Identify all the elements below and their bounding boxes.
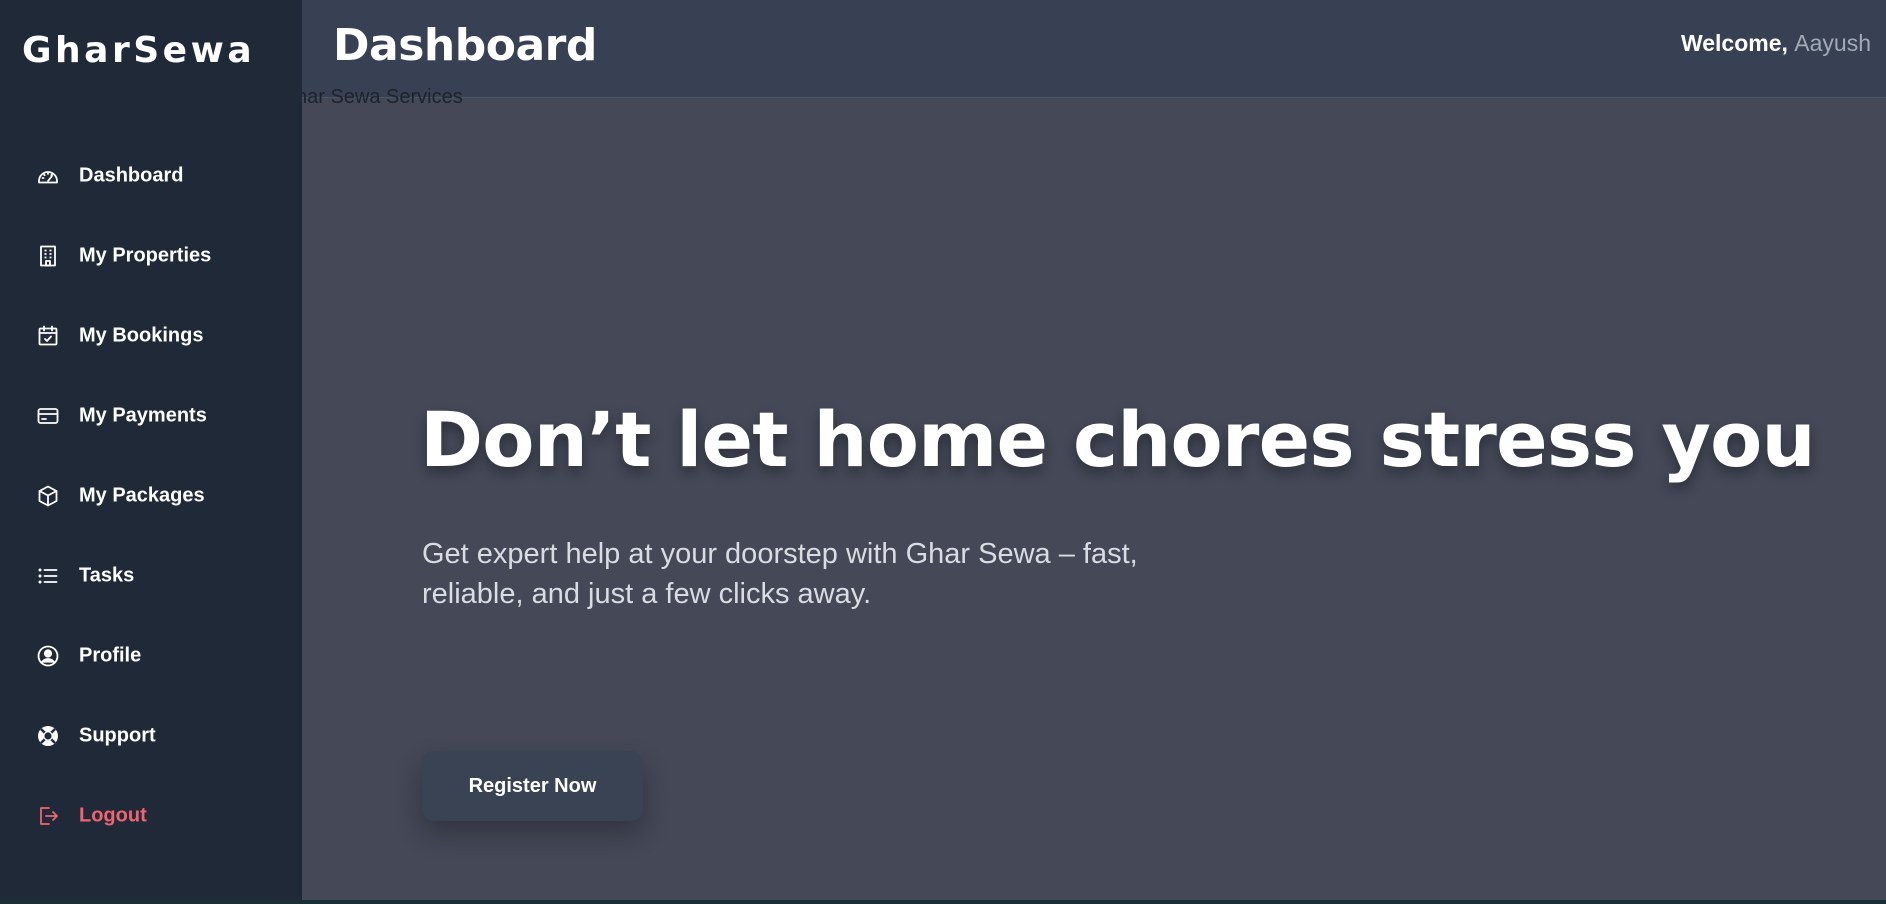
lifebuoy-icon [36, 724, 60, 748]
bottom-edge [0, 900, 1886, 904]
page-title: Dashboard [333, 20, 597, 71]
sidebar-item-tasks[interactable]: Tasks [0, 536, 302, 616]
welcome-prefix: Welcome, [1680, 30, 1788, 56]
user-circle-icon [36, 644, 60, 668]
sidebar-item-label: Support [79, 724, 156, 747]
sidebar-item-label: Dashboard [79, 164, 184, 187]
sidebar-item-support[interactable]: Support [0, 696, 302, 776]
sidebar-item-logout[interactable]: Logout [0, 776, 302, 856]
sidebar-item-label: My Properties [79, 244, 212, 267]
calendar-check-icon [36, 324, 60, 348]
sidebar-item-label: My Packages [79, 484, 205, 507]
sidebar: GharSewa Dashboard My Properties My Book… [0, 0, 302, 900]
sidebar-nav: Dashboard My Properties My Bookings My P… [0, 136, 302, 856]
background-caption: har Sewa Services [302, 86, 472, 106]
credit-card-icon [36, 404, 60, 428]
box-icon [36, 484, 60, 508]
sidebar-item-profile[interactable]: Profile [0, 616, 302, 696]
sidebar-item-label: My Payments [79, 404, 207, 427]
building-icon [36, 244, 60, 268]
background-caption-text: har Sewa Services [302, 86, 463, 106]
sidebar-item-label: Logout [79, 804, 147, 827]
sidebar-item-my-packages[interactable]: My Packages [0, 456, 302, 536]
logout-icon [36, 804, 60, 828]
brand-logo[interactable]: GharSewa [22, 30, 255, 71]
sidebar-item-my-payments[interactable]: My Payments [0, 376, 302, 456]
hero-subtitle: Get expert help at your doorstep with Gh… [422, 538, 1138, 610]
hero-title: Don’t let home chores stress you [420, 395, 1816, 484]
sidebar-item-label: My Bookings [79, 324, 204, 347]
sidebar-item-my-properties[interactable]: My Properties [0, 216, 302, 296]
top-header: Dashboard Welcome, Aayush [302, 0, 1886, 98]
sidebar-item-label: Profile [79, 644, 142, 667]
register-now-button[interactable]: Register Now [422, 751, 643, 821]
sidebar-item-dashboard[interactable]: Dashboard [0, 136, 302, 216]
list-icon [36, 564, 60, 588]
welcome-message: Welcome, Aayush [1681, 30, 1871, 57]
dashboard-gauge-icon [36, 164, 60, 188]
user-name: Aayush [1794, 30, 1871, 56]
sidebar-item-label: Tasks [79, 564, 135, 587]
sidebar-item-my-bookings[interactable]: My Bookings [0, 296, 302, 376]
